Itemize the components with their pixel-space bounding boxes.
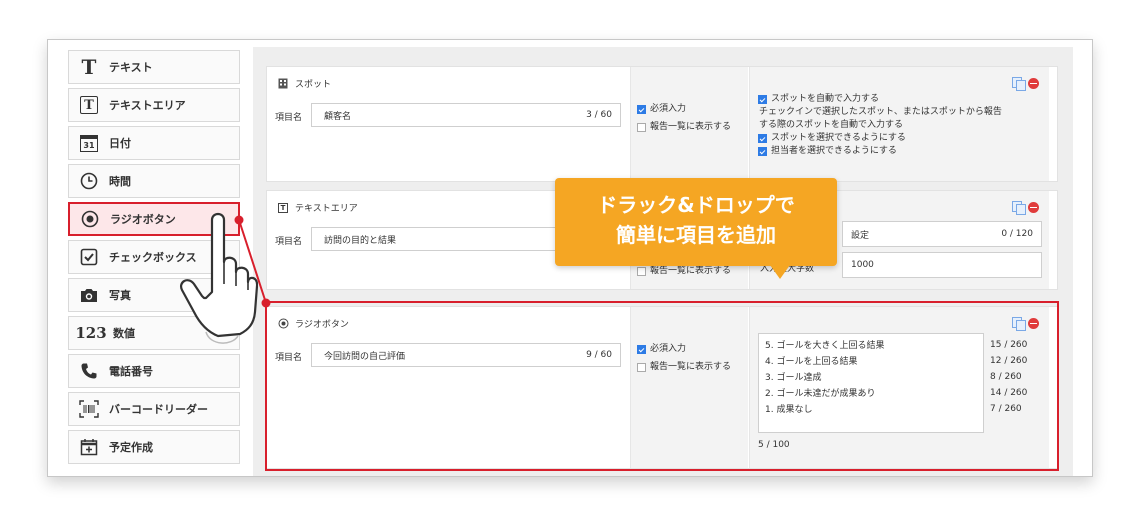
hand-pointer-icon bbox=[180, 212, 258, 344]
callout-line-1: ドラック&ドロップで bbox=[597, 193, 795, 217]
feature-callout: ドラック&ドロップで 簡単に項目を追加 bbox=[555, 178, 837, 266]
callout-line-2: 簡単に項目を追加 bbox=[616, 223, 776, 247]
callout-tail bbox=[770, 265, 790, 279]
